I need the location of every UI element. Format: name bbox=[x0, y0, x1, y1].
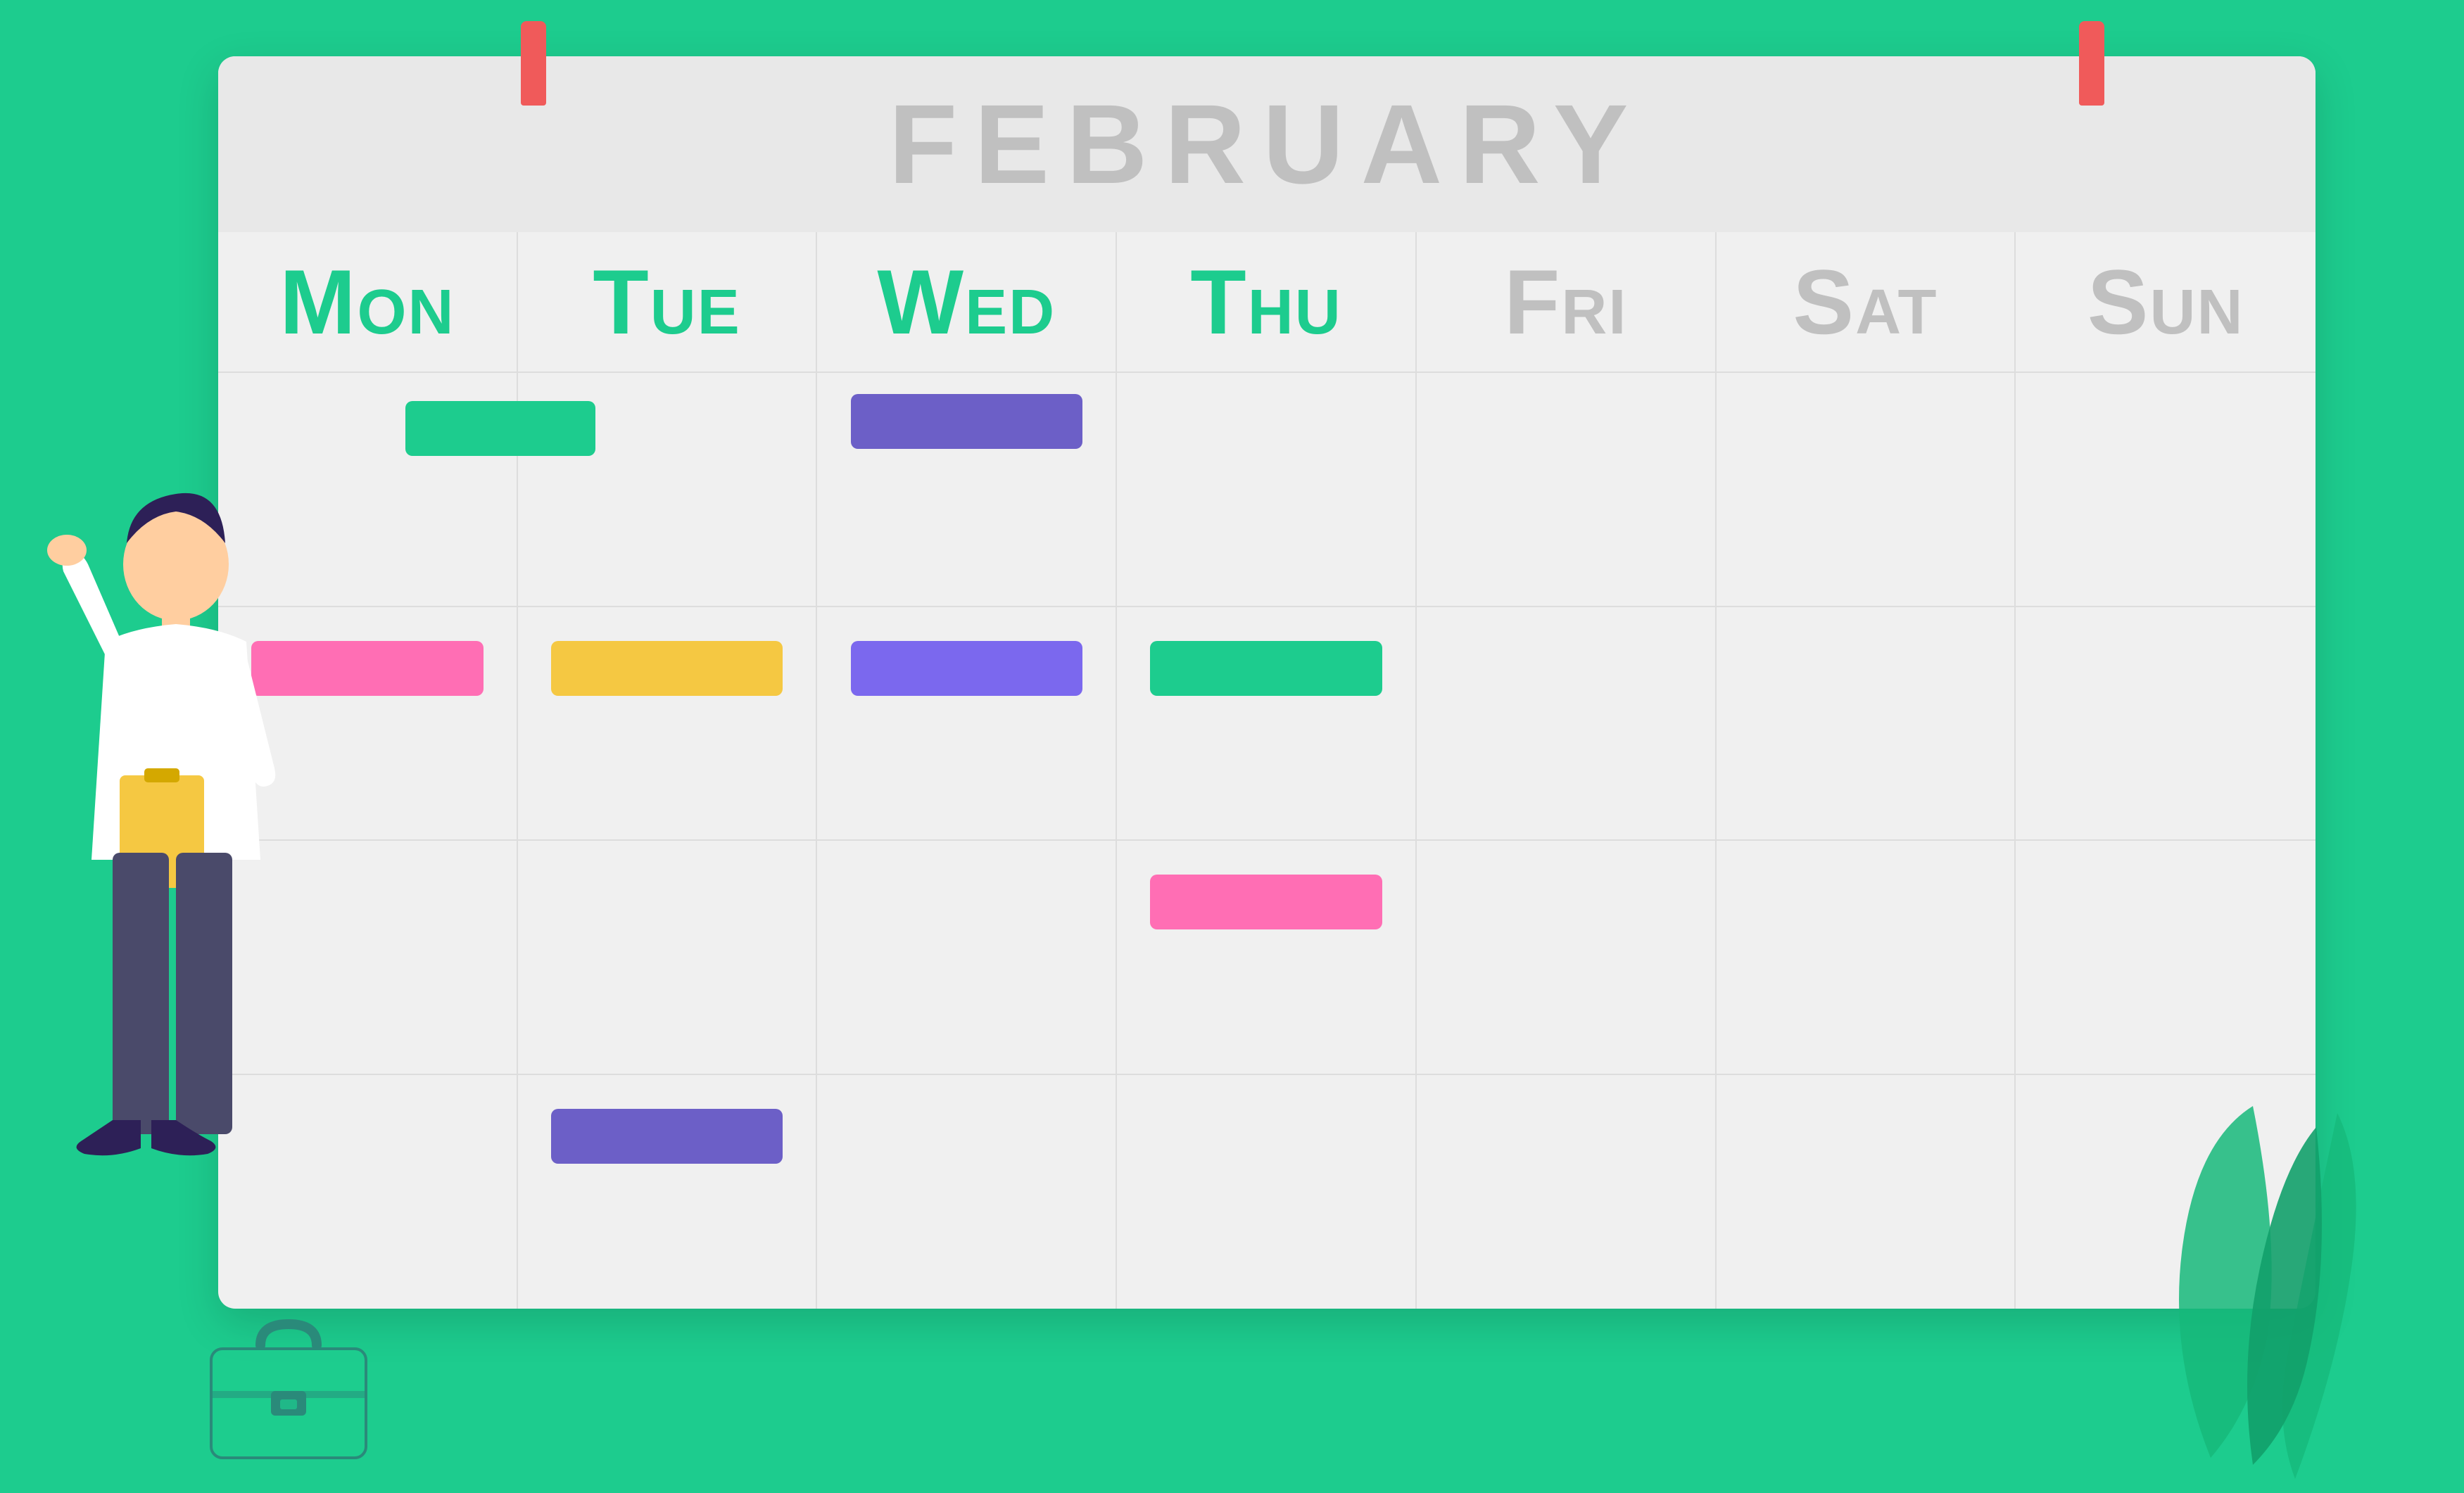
cell-sat-row3 bbox=[1717, 841, 2016, 1075]
person-illustration bbox=[21, 473, 331, 1423]
cell-tue-row3 bbox=[518, 841, 818, 1075]
cell-wed-row3 bbox=[817, 841, 1117, 1075]
day-header-sun: SUN bbox=[2016, 232, 2315, 371]
cell-thu-row2 bbox=[1117, 607, 1417, 841]
event-wed-row2 bbox=[851, 641, 1083, 696]
cell-tue-row2 bbox=[518, 607, 818, 841]
cell-sat-row1 bbox=[1717, 373, 2016, 607]
cell-sun-row2 bbox=[2016, 607, 2315, 841]
cell-sat-row4 bbox=[1717, 1075, 2016, 1309]
day-label-fri: FRI bbox=[1504, 249, 1627, 355]
cell-fri-row1 bbox=[1417, 373, 1717, 607]
cell-sat-row2 bbox=[1717, 607, 2016, 841]
pin-left bbox=[521, 21, 546, 106]
placing-bar bbox=[405, 401, 595, 456]
cell-wed-row1 bbox=[817, 373, 1117, 607]
calendar: FEBRUARY MON TUE WED THU FRI bbox=[218, 56, 2315, 1309]
event-wed-row1 bbox=[851, 394, 1083, 449]
cell-thu-row1 bbox=[1117, 373, 1417, 607]
cell-thu-row4 bbox=[1117, 1075, 1417, 1309]
day-label-sun: SUN bbox=[2087, 249, 2244, 355]
event-thu-row3 bbox=[1150, 875, 1382, 929]
cell-sun-row1 bbox=[2016, 373, 2315, 607]
day-headers-row: MON TUE WED THU FRI SAT bbox=[218, 232, 2315, 373]
day-header-tue: TUE bbox=[518, 232, 818, 371]
cell-fri-row2 bbox=[1417, 607, 1717, 841]
day-label-tue: TUE bbox=[593, 249, 740, 355]
day-label-mon: MON bbox=[279, 249, 455, 355]
day-header-sat: SAT bbox=[1717, 232, 2016, 371]
month-label: FEBRUARY bbox=[889, 80, 1645, 209]
cell-thu-row3 bbox=[1117, 841, 1417, 1075]
leaf-decoration bbox=[2070, 1000, 2464, 1479]
day-header-thu: THU bbox=[1117, 232, 1417, 371]
day-label-thu: THU bbox=[1190, 249, 1341, 355]
day-header-wed: WED bbox=[817, 232, 1117, 371]
cell-fri-row3 bbox=[1417, 841, 1717, 1075]
event-tue-row4 bbox=[551, 1109, 783, 1164]
day-label-wed: WED bbox=[877, 249, 1056, 355]
event-tue-row2 bbox=[551, 641, 783, 696]
calendar-grid bbox=[218, 373, 2315, 1309]
event-thu-row2 bbox=[1150, 641, 1382, 696]
cell-wed-row2 bbox=[817, 607, 1117, 841]
day-header-fri: FRI bbox=[1417, 232, 1717, 371]
cell-fri-row4 bbox=[1417, 1075, 1717, 1309]
day-label-sat: SAT bbox=[1793, 249, 1938, 355]
cell-wed-row4 bbox=[817, 1075, 1117, 1309]
cell-tue-row4 bbox=[518, 1075, 818, 1309]
briefcase-illustration bbox=[204, 1310, 373, 1465]
day-header-mon: MON bbox=[218, 232, 518, 371]
pin-right bbox=[2079, 21, 2104, 106]
